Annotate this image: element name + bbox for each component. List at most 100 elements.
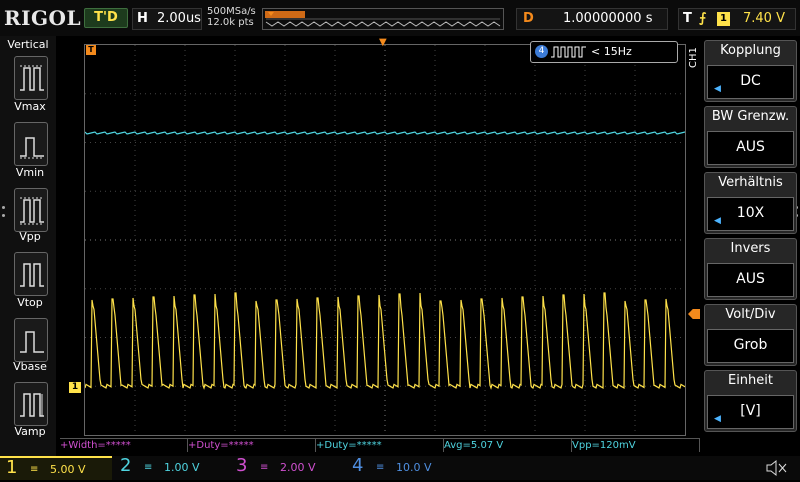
ch4-status[interactable]: 4 ≡ 10.0 V: [346, 455, 458, 480]
unit-menu-button[interactable]: Einheit ◀ [V]: [704, 370, 797, 432]
horizontal-label: H: [137, 11, 148, 26]
counter-source-badge: 4: [535, 45, 548, 58]
run-state-indicator[interactable]: T'D: [84, 8, 128, 28]
timebase-box[interactable]: H 2.00us: [132, 8, 202, 30]
trigger-position-marker[interactable]: ▼: [379, 37, 387, 48]
vbase-icon: [20, 331, 44, 353]
vmin-button[interactable]: [14, 122, 48, 166]
ch2-number: 2: [120, 455, 132, 476]
coupling-title: Kopplung: [720, 43, 781, 58]
measurement-value: Avg=5.07 V: [444, 440, 504, 451]
selector-arrow-icon: ◀: [714, 414, 721, 424]
selector-arrow-icon: ◀: [714, 216, 721, 226]
ch3-number: 3: [236, 455, 248, 476]
volt-div-menu-button[interactable]: Volt/Div Grob: [704, 304, 797, 366]
timebase-value: 2.00us: [157, 11, 201, 26]
bandwidth-limit-title: BW Grenzw.: [711, 109, 790, 124]
menu-channel-tag: CH1: [688, 47, 699, 68]
measurement-value: +Width=*****: [60, 440, 131, 451]
vtop-icon: [20, 263, 44, 287]
vpp-button[interactable]: [14, 188, 48, 232]
vmax-button[interactable]: [14, 56, 48, 100]
measurement-value: +Duty=*****: [188, 440, 254, 451]
acquisition-info: 500MSa/s 12.0k pts: [207, 6, 256, 28]
vamp-icon: [20, 393, 44, 417]
trigger-level-marker[interactable]: [688, 309, 700, 319]
coupling-value: ◀ DC: [707, 65, 794, 99]
ch2-scale: 1.00 V: [164, 461, 200, 474]
vtop-button[interactable]: [14, 252, 48, 296]
ch4-coupling-icon: ≡: [376, 462, 385, 473]
panel-scroll-dot: [2, 206, 5, 209]
trigger-level-value: 7.40 V: [743, 11, 785, 26]
bandwidth-limit-menu-button[interactable]: BW Grenzw. AUS: [704, 106, 797, 168]
invert-title: Invers: [730, 241, 771, 256]
ch2-trace: [84, 131, 686, 135]
measurement-value: Vpp=120mV: [572, 440, 636, 451]
vmin-icon: [20, 137, 44, 159]
ch2-status[interactable]: 2 ≡ 1.00 V: [114, 455, 226, 480]
bandwidth-limit-value: AUS: [707, 131, 794, 165]
ch4-number: 4: [352, 455, 364, 476]
delay-box[interactable]: D 1.00000000 s: [516, 8, 668, 30]
trigger-label: T: [683, 11, 692, 26]
frequency-counter[interactable]: 4 < 15Hz: [530, 41, 678, 63]
memory-depth: 12.0k pts: [207, 17, 254, 28]
memory-overview-bar[interactable]: [262, 8, 504, 30]
trigger-source-badge: 1: [717, 12, 730, 26]
vpp-label: Vpp: [19, 230, 41, 243]
pulse-icon: [551, 46, 586, 58]
probe-ratio-title: Verhältnis: [718, 175, 783, 190]
vamp-button[interactable]: [14, 382, 48, 426]
ch1-coupling-icon: ≡: [30, 464, 39, 475]
memory-waveform-preview: [265, 12, 501, 27]
ch3-coupling-icon: ≡: [260, 462, 269, 473]
panel-scroll-dot: [2, 214, 5, 217]
ch4-scale: 10.0 V: [396, 461, 432, 474]
rising-edge-icon: ⨍: [699, 11, 707, 26]
ch1-scale: 5.00 V: [50, 463, 86, 476]
measure-category-title: Vertical: [7, 38, 49, 51]
ch2-coupling-icon: ≡: [144, 462, 153, 473]
measurement-item[interactable]: +Width=*****: [60, 438, 188, 452]
ch3-scale: 2.00 V: [280, 461, 316, 474]
invert-value: AUS: [707, 263, 794, 297]
probe-ratio-menu-button[interactable]: Verhältnis ◀ 10X: [704, 172, 797, 234]
vpp-icon: [20, 197, 44, 225]
unit-title: Einheit: [727, 373, 773, 388]
trigger-time-marker[interactable]: T: [86, 45, 96, 55]
volt-div-value: Grob: [707, 329, 794, 363]
ch1-offset-marker[interactable]: 1: [69, 382, 81, 393]
measurement-item[interactable]: Vpp=120mV: [572, 438, 700, 452]
trigger-box[interactable]: T ⨍ 1 7.40 V: [678, 8, 796, 30]
ch3-status[interactable]: 3 ≡ 2.00 V: [230, 455, 342, 480]
invert-menu-button[interactable]: Invers AUS: [704, 238, 797, 300]
speaker-icon: [766, 459, 787, 477]
selector-arrow-icon: ◀: [714, 84, 721, 94]
measurement-value: +Duty=*****: [316, 440, 382, 451]
measurement-item[interactable]: +Duty=*****: [188, 438, 316, 452]
waveform-display[interactable]: [84, 44, 686, 436]
ch1-number: 1: [6, 457, 18, 478]
vmax-icon: [20, 65, 44, 91]
sample-rate: 500MSa/s: [207, 6, 256, 17]
ch1-status[interactable]: 1 ≡ 5.00 V: [0, 456, 112, 480]
delay-value: 1.00000000 s: [563, 11, 653, 26]
measurement-item[interactable]: +Duty=*****: [316, 438, 444, 452]
volt-div-title: Volt/Div: [725, 307, 776, 322]
vmax-label: Vmax: [14, 100, 46, 113]
brand-logo: RIGOL: [4, 6, 82, 30]
vbase-button[interactable]: [14, 318, 48, 362]
vamp-label: Vamp: [14, 425, 46, 438]
probe-ratio-value: ◀ 10X: [707, 197, 794, 231]
waveform-grid: [84, 45, 686, 435]
sound-muted-icon[interactable]: [764, 458, 794, 478]
graticule: [85, 45, 685, 435]
coupling-menu-button[interactable]: Kopplung ◀ DC: [704, 40, 797, 102]
vbase-label: Vbase: [13, 360, 47, 373]
vmin-label: Vmin: [15, 166, 45, 179]
measurement-item[interactable]: Avg=5.07 V: [444, 438, 572, 452]
counter-value: < 15Hz: [591, 45, 632, 58]
unit-value: ◀ [V]: [707, 395, 794, 429]
vtop-label: Vtop: [17, 296, 43, 309]
